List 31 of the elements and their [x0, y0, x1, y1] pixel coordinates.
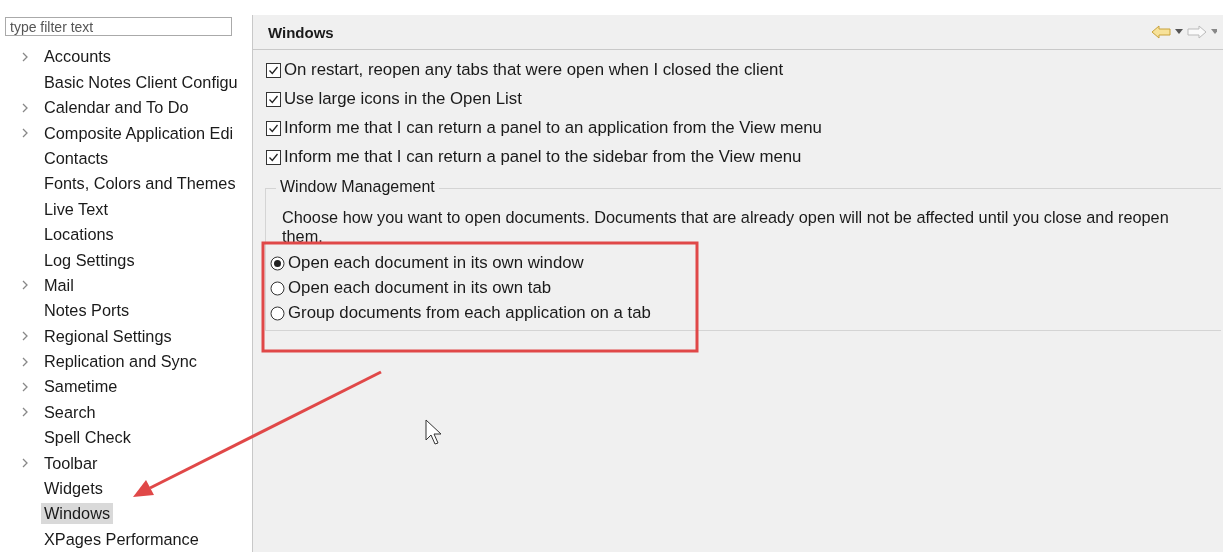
tree-item[interactable]: Replication and Sync	[41, 351, 200, 373]
filter-field[interactable]: type filter text	[5, 17, 232, 37]
tree-item[interactable]: Accounts	[41, 46, 114, 68]
tree-item[interactable]: Locations	[41, 224, 117, 246]
radio-label: Open each document in its own window	[288, 253, 584, 273]
tree-item[interactable]: Composite Application Edi	[41, 122, 237, 144]
tree-item[interactable]: Basic Notes Client Configu	[41, 71, 241, 93]
tree-item[interactable]: Search	[41, 401, 99, 423]
tree-item[interactable]: Windows	[41, 503, 114, 525]
checkbox-label: Inform me that I can return a panel to the sidebar from the View menu	[284, 147, 802, 167]
tree-item[interactable]: Spell Check	[41, 427, 134, 449]
radio-label: Group documents from each application on a tab	[288, 303, 651, 323]
tree-item[interactable]: Fonts, Colors and Themes	[41, 173, 239, 195]
tree-item[interactable]: Widgets	[41, 478, 106, 499]
tree-item[interactable]: Sametime	[41, 376, 121, 398]
group-title: Window Management	[276, 178, 439, 196]
tree-item[interactable]: Regional Settings	[41, 325, 175, 347]
radio-label: Open each document in its own tab	[288, 278, 552, 298]
tree-item[interactable]: Mail	[41, 274, 77, 296]
tree-item[interactable]: Contacts	[41, 147, 112, 169]
tree-item[interactable]: Calendar and To Do	[41, 97, 192, 119]
tree-item[interactable]: Toolbar	[41, 452, 101, 474]
tree-item[interactable]: XPages Performance	[41, 528, 202, 550]
description-text: Choose how you want to open documents. Documents that are already open will not be affected until you close and reopen them.	[282, 208, 1170, 246]
tree-item[interactable]: Notes Ports	[41, 300, 133, 322]
page-title: Windows	[268, 23, 334, 41]
checkbox-label: On restart, reopen any tabs that were open when I closed the client	[284, 60, 784, 80]
tree-item[interactable]: Log Settings	[41, 249, 138, 271]
checkbox-label: Use large icons in the Open List	[284, 89, 522, 109]
tree-item[interactable]: Live Text	[41, 198, 111, 220]
checkbox-label: Inform me that I can return a panel to an application from the View menu	[284, 118, 822, 138]
